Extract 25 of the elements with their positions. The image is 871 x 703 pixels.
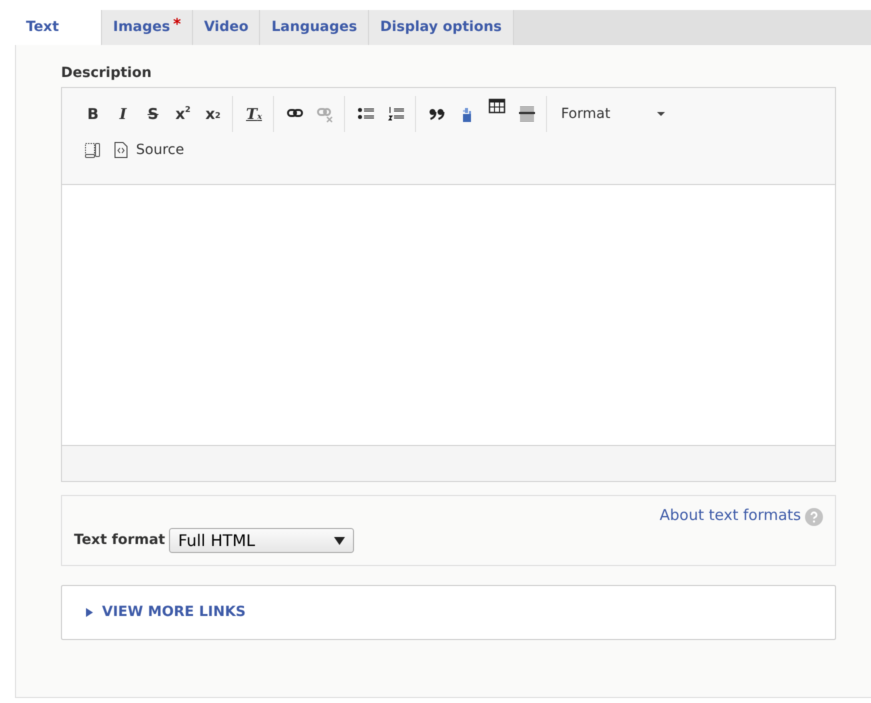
numbered-list-icon <box>387 105 405 123</box>
bold-button[interactable]: B <box>78 100 108 128</box>
caret-icon <box>334 536 346 544</box>
tab[interactable]: Video <box>192 10 260 45</box>
strikethrough-button[interactable]: S <box>138 100 168 128</box>
unlink-icon <box>316 105 334 123</box>
caret-icon <box>657 112 665 116</box>
tab[interactable]: Languages <box>260 10 370 45</box>
superscript-button[interactable]: x$^{2}$ <box>168 100 198 128</box>
maximize-icon <box>84 141 102 159</box>
tab[interactable]: Images * <box>102 10 193 45</box>
source-button[interactable]: Source <box>108 136 188 164</box>
source-icon <box>112 141 130 159</box>
field-label: Description <box>61 64 152 83</box>
text-format-select[interactable]: Full HTML <box>169 528 354 553</box>
about-text-formats-link[interactable]: About text formats <box>660 504 801 526</box>
triangle-icon <box>85 608 94 617</box>
horizontal-line-icon <box>518 105 536 123</box>
tab[interactable]: Display options <box>369 10 514 45</box>
format-dropdown[interactable]: Format <box>553 100 673 128</box>
text-format-label: Text format <box>74 531 166 550</box>
table-icon <box>488 97 506 115</box>
italic-button[interactable]: I <box>108 100 138 128</box>
view-more-links-toggle[interactable]: VIEW MORE LINKS <box>85 602 246 623</box>
tab[interactable]: Text <box>15 10 102 45</box>
